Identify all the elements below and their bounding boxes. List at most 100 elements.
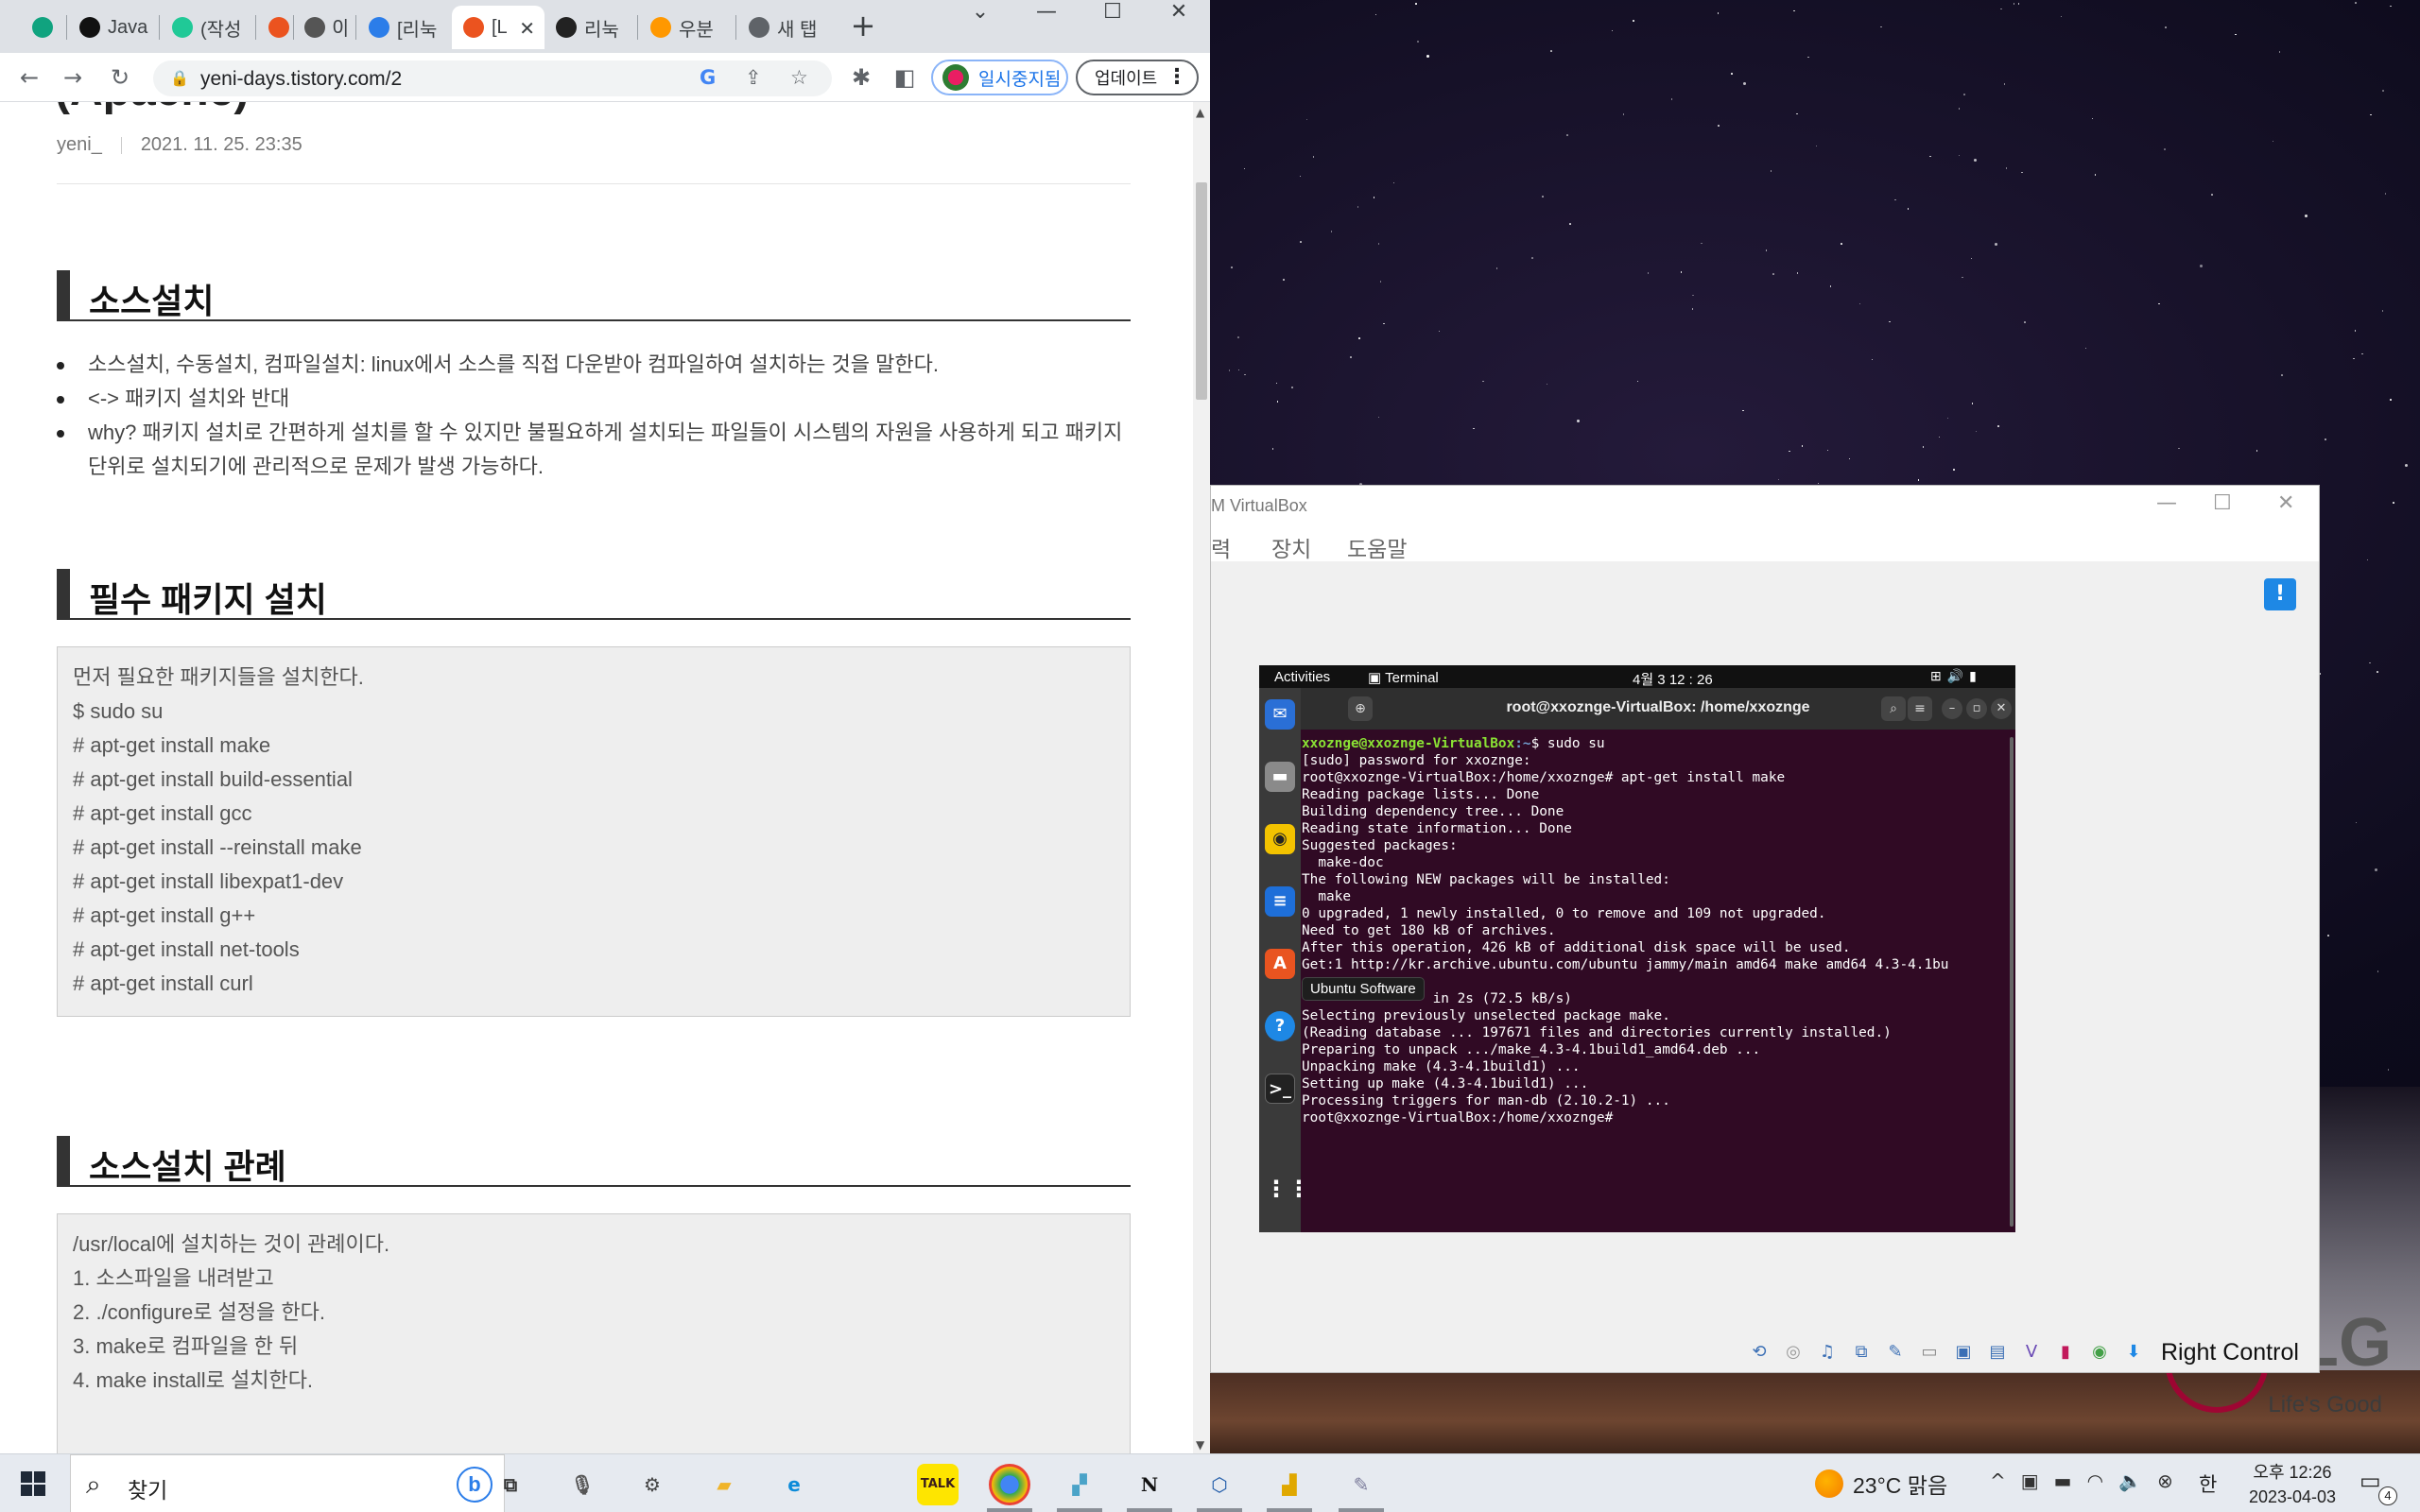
bing-chat-icon[interactable]: b bbox=[457, 1467, 493, 1503]
libreoffice-writer-icon[interactable]: ≡ bbox=[1265, 886, 1295, 917]
minimize-button[interactable]: — bbox=[1013, 0, 1080, 28]
bookmark-star-icon[interactable]: ☆ bbox=[790, 66, 808, 89]
google-translate-icon[interactable]: G bbox=[700, 66, 716, 89]
hamburger-menu-icon[interactable]: ≡ bbox=[1908, 696, 1932, 721]
taskbar-search[interactable]: ⌕ 찾기 b bbox=[70, 1454, 505, 1512]
kakaotalk-icon[interactable]: TALK bbox=[917, 1464, 959, 1505]
meet-now-icon[interactable]: ▣ bbox=[2021, 1469, 2039, 1492]
start-button[interactable] bbox=[0, 1454, 68, 1512]
address-bar[interactable]: 🔒 yeni-days.tistory.com/2 G ⇪ ☆ bbox=[153, 60, 832, 96]
scroll-up-arrow-icon[interactable]: ▲ bbox=[1196, 106, 1204, 119]
help-icon[interactable]: ? bbox=[1265, 1011, 1295, 1041]
browser-tab[interactable] bbox=[21, 6, 66, 49]
tab-search-button[interactable]: ⌄ bbox=[947, 0, 1013, 28]
taskbar-clock[interactable]: 오후 12:26 2023-04-03 bbox=[2240, 1460, 2344, 1509]
cpu-icon[interactable]: V bbox=[2017, 1338, 2046, 1366]
browser-tab[interactable]: Java bbox=[68, 6, 159, 49]
vbox-minimize-button[interactable]: — bbox=[2156, 491, 2177, 515]
profile-paused-button[interactable]: 일시중지됨 bbox=[931, 60, 1068, 95]
more-menu-icon[interactable]: ⋮ bbox=[1167, 65, 1187, 89]
volume-icon[interactable]: 🔈 bbox=[2118, 1469, 2142, 1492]
maximize-button[interactable]: ☐ bbox=[1080, 0, 1146, 28]
terminal-minimize-icon[interactable]: – bbox=[1942, 698, 1962, 719]
network-icon[interactable]: ⧉ bbox=[1847, 1338, 1876, 1366]
activities-button[interactable]: Activities bbox=[1274, 669, 1330, 685]
vbox-maximize-button[interactable]: ☐ bbox=[2213, 491, 2232, 515]
menu-help[interactable]: 도움말 bbox=[1347, 531, 1407, 563]
mouse-integration-icon[interactable]: ◉ bbox=[2085, 1338, 2114, 1366]
chipset-icon[interactable]: ▮ bbox=[2051, 1338, 2080, 1366]
star bbox=[1718, 125, 1720, 127]
battery-icon[interactable]: ▬ bbox=[2054, 1469, 2072, 1492]
post-author[interactable]: yeni_ bbox=[57, 134, 102, 156]
usb-icon[interactable]: ✎ bbox=[1881, 1338, 1910, 1366]
audio-icon[interactable]: ♫ bbox=[1813, 1338, 1841, 1366]
display-icon[interactable]: ▣ bbox=[1949, 1338, 1978, 1366]
show-apps-icon[interactable]: ⋮⋮⋮ bbox=[1265, 1174, 1333, 1204]
url-text[interactable]: yeni-days.tistory.com/2 bbox=[200, 68, 402, 91]
blocked-icon[interactable]: ⊗ bbox=[2157, 1469, 2173, 1492]
side-panel-icon[interactable]: ◧ bbox=[890, 64, 919, 93]
virtualbox-taskbar-icon[interactable]: ⬡ bbox=[1199, 1464, 1240, 1505]
notification-icon[interactable]: ! bbox=[2264, 578, 2296, 610]
intellij-icon[interactable]: ▟ bbox=[1269, 1464, 1310, 1505]
edge-icon[interactable]: e bbox=[773, 1464, 815, 1505]
chevron-up-icon[interactable]: ^ bbox=[1990, 1469, 2006, 1492]
system-tray-icons[interactable]: ⊞🔊▮ bbox=[1930, 668, 1982, 684]
guest-display[interactable]: Activities ▣ Terminal 4월 3 12 : 26 ⊞🔊▮ ✉… bbox=[1259, 665, 2015, 1232]
update-button[interactable]: 업데이트 ⋮ bbox=[1076, 60, 1199, 95]
notepad-icon[interactable]: ▞ bbox=[1059, 1464, 1100, 1505]
browser-tab[interactable]: 리눅 bbox=[544, 6, 637, 49]
menu-input[interactable]: 력 bbox=[1211, 531, 1231, 563]
notion-icon[interactable]: N bbox=[1129, 1464, 1170, 1505]
reload-icon[interactable]: ↻ bbox=[106, 64, 134, 93]
terminal-search-icon[interactable]: ⌕ bbox=[1881, 696, 1906, 721]
browser-tab[interactable]: 우분 bbox=[639, 6, 735, 49]
terminal-close-icon[interactable]: ✕ bbox=[1991, 698, 2012, 719]
virtualbox-titlebar[interactable]: M VirtualBox — ☐ ✕ bbox=[1211, 486, 2319, 527]
weather-widget[interactable]: 23°C 맑음 bbox=[1815, 1468, 1947, 1500]
ime-indicator[interactable]: 한 bbox=[2199, 1469, 2217, 1498]
browser-tab[interactable]: [L ✕ bbox=[452, 6, 544, 49]
browser-tab[interactable]: [리눅 bbox=[357, 6, 450, 49]
new-tab-button[interactable]: + bbox=[846, 9, 880, 43]
paint-icon[interactable]: ✎ bbox=[1340, 1464, 1382, 1505]
disk-icon[interactable]: ⟲ bbox=[1745, 1338, 1773, 1366]
scroll-down-arrow-icon[interactable]: ▼ bbox=[1196, 1438, 1204, 1452]
page-scrollbar[interactable]: ▲ ▼ bbox=[1193, 102, 1210, 1453]
close-window-button[interactable]: ✕ bbox=[1146, 0, 1210, 28]
browser-tab[interactable]: 0| bbox=[293, 6, 355, 49]
video-capture-icon[interactable]: ▤ bbox=[1983, 1338, 2012, 1366]
chrome-taskbar-icon[interactable] bbox=[989, 1464, 1030, 1505]
ubuntu-software-icon[interactable]: A bbox=[1265, 949, 1295, 979]
browser-tab[interactable] bbox=[257, 6, 293, 49]
terminal-maximize-icon[interactable]: ▫ bbox=[1966, 698, 1987, 719]
notification-center-icon[interactable]: ▭ 4 bbox=[2360, 1468, 2397, 1505]
forward-arrow-icon[interactable]: → bbox=[59, 64, 87, 93]
thunderbird-icon[interactable]: ✉ bbox=[1265, 699, 1295, 730]
task-view-icon[interactable]: ⧉ bbox=[490, 1464, 531, 1505]
wifi-icon[interactable]: ◠ bbox=[2087, 1469, 2103, 1492]
keyboard-capture-icon[interactable]: ⬇ bbox=[2119, 1338, 2148, 1366]
terminal-scrollbar[interactable] bbox=[2010, 737, 2014, 1227]
browser-tab[interactable]: (작성 bbox=[161, 6, 255, 49]
extensions-icon[interactable]: ✱ bbox=[847, 64, 875, 93]
files-icon[interactable]: ▬ bbox=[1265, 762, 1295, 792]
optical-drive-icon[interactable]: ◎ bbox=[1779, 1338, 1807, 1366]
scrollbar-thumb[interactable] bbox=[1196, 182, 1207, 400]
app-menu[interactable]: ▣ Terminal bbox=[1368, 669, 1439, 686]
microphone-app-icon[interactable]: 🎙 bbox=[562, 1464, 603, 1505]
file-explorer-icon[interactable]: ▰ bbox=[703, 1464, 745, 1505]
browser-tab[interactable]: 새 탭 bbox=[737, 6, 832, 49]
shared-folder-icon[interactable]: ▭ bbox=[1915, 1338, 1944, 1366]
vbox-close-button[interactable]: ✕ bbox=[2277, 491, 2294, 515]
terminal-window[interactable]: ⊕ root@xxoznge-VirtualBox: /home/xxoznge… bbox=[1301, 688, 2015, 1232]
menu-devices[interactable]: 장치 bbox=[1271, 531, 1311, 563]
share-icon[interactable]: ⇪ bbox=[745, 66, 762, 89]
settings-gear-icon[interactable]: ⚙ bbox=[631, 1464, 673, 1505]
rhythmbox-icon[interactable]: ◉ bbox=[1265, 824, 1295, 854]
terminal-icon[interactable]: >_ bbox=[1265, 1074, 1295, 1104]
back-arrow-icon[interactable]: ← bbox=[15, 64, 43, 93]
close-tab-icon[interactable]: ✕ bbox=[519, 17, 535, 40]
guest-clock[interactable]: 4월 3 12 : 26 bbox=[1633, 669, 1713, 689]
